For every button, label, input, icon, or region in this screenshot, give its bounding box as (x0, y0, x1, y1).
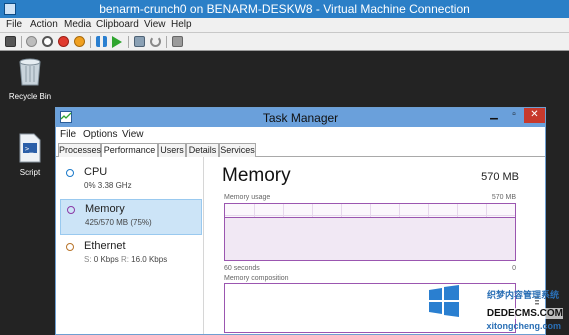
ethernet-status-dot (66, 243, 74, 251)
tm-menu-file[interactable]: File (60, 129, 76, 140)
menu-help[interactable]: Help (171, 19, 192, 30)
resource-name: Memory (85, 203, 125, 215)
watermark-line3: xitongcheng.com (486, 321, 561, 331)
menu-view[interactable]: View (144, 19, 166, 30)
resource-item-memory[interactable]: Memory 425/570 MB (75%) (60, 199, 202, 235)
detail-title: Memory (222, 165, 291, 186)
resource-name: CPU (84, 166, 108, 178)
vm-menubar: File Action Media Clipboard View Help (0, 18, 569, 33)
pause-icon[interactable] (96, 36, 107, 47)
shut-down-icon[interactable] (58, 36, 69, 47)
maximize-icon[interactable]: ▫ (504, 108, 524, 123)
desktop-icon-label: Script (19, 168, 41, 177)
vm-titlebar: benarm-crunch0 on BENARM-DESKW8 - Virtua… (0, 0, 569, 18)
vm-toolbar (0, 33, 569, 51)
menu-action[interactable]: Action (30, 19, 58, 30)
turn-off-icon[interactable] (42, 36, 53, 47)
tab-processes[interactable]: Processes (58, 143, 101, 157)
receive-label: R: (120, 255, 129, 264)
resource-sub: S: 0 Kbps R: 16.0 Kbps (84, 255, 167, 264)
tm-menu-view[interactable]: View (122, 129, 144, 140)
ctrl-alt-del-icon[interactable] (5, 36, 16, 47)
resource-list: CPU 0% 3.38 GHz Memory 425/570 MB (75%) … (56, 157, 204, 334)
resource-item-ethernet[interactable]: Ethernet S: 0 Kbps R: 16.0 Kbps (60, 237, 202, 273)
composition-label: Memory composition (224, 275, 289, 282)
resource-item-cpu[interactable]: CPU 0% 3.38 GHz (60, 163, 202, 199)
script-file-icon: >_ (6, 133, 54, 165)
resource-sub: 0% 3.38 GHz (84, 181, 132, 190)
toolbar-separator (166, 36, 167, 48)
recycle-bin-icon (6, 57, 54, 89)
desktop-icon-label: Recycle Bin (8, 92, 52, 101)
resource-sub: 425/570 MB (75%) (85, 218, 152, 227)
resource-name: Ethernet (84, 240, 126, 252)
checkpoint-icon[interactable] (134, 36, 145, 47)
tab-services[interactable]: Services (219, 143, 256, 157)
tm-tab-strip: Processes Performance Users Details Serv… (56, 143, 545, 158)
toolbar-separator (90, 36, 91, 48)
watermark-line1: 织梦内容管理系统 (486, 290, 559, 300)
memory-usage-graph (224, 203, 516, 261)
desktop-icon-script[interactable]: >_ Script (6, 133, 54, 177)
usage-label: Memory usage (224, 194, 271, 201)
x-axis-left-label: 60 seconds (224, 265, 260, 272)
enhanced-session-icon[interactable] (172, 36, 183, 47)
minimize-icon[interactable]: ▁ (484, 108, 504, 123)
x-axis-right-label: 0 (512, 265, 516, 272)
desktop-icon-recycle-bin[interactable]: Recycle Bin (6, 57, 54, 101)
usage-max: 570 MB (491, 194, 516, 201)
menu-file[interactable]: File (6, 19, 22, 30)
vm-window-title: benarm-crunch0 on BENARM-DESKW8 - Virtua… (99, 2, 470, 16)
svg-text:>_: >_ (25, 145, 34, 153)
watermark-logo-icon (429, 285, 459, 317)
resume-icon[interactable] (112, 36, 122, 48)
save-icon[interactable] (74, 36, 85, 47)
toolbar-separator (128, 36, 129, 48)
watermark: 织梦内容管理系统 DEDECMS.COM xitongcheng.com (399, 277, 569, 335)
memory-usage-fill (225, 217, 515, 260)
tab-details[interactable]: Details (186, 143, 219, 157)
cpu-status-dot (66, 169, 74, 177)
tm-menu-options[interactable]: Options (83, 129, 117, 140)
revert-icon[interactable] (150, 36, 161, 47)
tm-menubar: File Options View (56, 127, 545, 143)
menu-media[interactable]: Media (64, 19, 91, 30)
tab-users[interactable]: Users (158, 143, 186, 157)
memory-total: 570 MB (481, 171, 519, 183)
menu-clipboard[interactable]: Clipboard (96, 19, 139, 30)
close-icon[interactable]: ✕ (524, 108, 545, 123)
tab-performance[interactable]: Performance (101, 143, 158, 158)
tm-titlebar: Task Manager ▁ ▫ ✕ (56, 108, 545, 127)
memory-status-dot (67, 206, 75, 214)
send-rate: 0 Kbps (93, 255, 119, 264)
toolbar-separator (21, 36, 22, 48)
receive-rate: 16.0 Kbps (131, 255, 168, 264)
start-icon[interactable] (26, 36, 37, 47)
tm-title: Task Manager (262, 111, 339, 125)
send-label: S: (84, 255, 92, 264)
watermark-line2: DEDECMS.COM (486, 308, 563, 319)
